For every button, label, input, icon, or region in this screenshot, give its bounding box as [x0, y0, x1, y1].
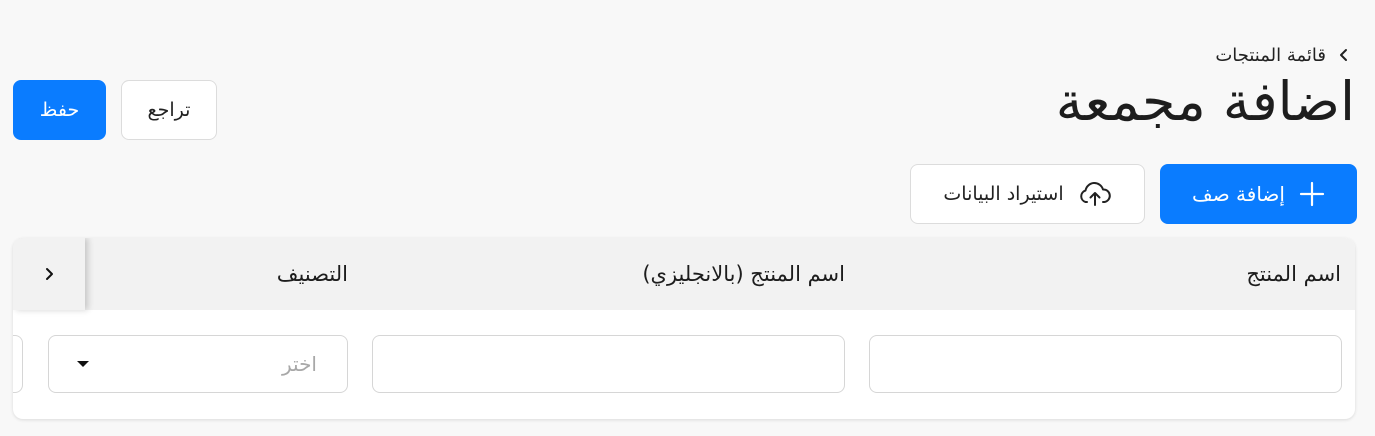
page-title: اضافة مجمعة — [1055, 70, 1355, 133]
import-data-label: استيراد البيانات — [943, 183, 1064, 205]
undo-button[interactable]: تراجع — [121, 80, 217, 140]
add-row-button[interactable]: إضافة صف — [1160, 164, 1357, 224]
product-name-input[interactable] — [869, 335, 1342, 393]
plus-icon — [1299, 181, 1325, 207]
import-data-button[interactable]: استيراد البيانات — [910, 164, 1145, 224]
column-header-product-name-en: اسم المنتج (بالانجليزي) — [642, 262, 845, 286]
cloud-upload-icon — [1078, 181, 1112, 207]
add-row-label: إضافة صف — [1192, 182, 1285, 206]
column-header-product-name: اسم المنتج — [1246, 262, 1341, 286]
chevron-right-icon — [43, 266, 55, 282]
chevron-left-icon[interactable] — [1338, 47, 1350, 63]
table-header: اسم المنتج اسم المنتج (بالانجليزي) التصن… — [13, 238, 1355, 310]
column-header-category: التصنيف — [276, 262, 348, 286]
product-name-en-input[interactable] — [372, 335, 845, 393]
next-column-input[interactable] — [13, 335, 23, 393]
category-select[interactable]: اختر — [48, 335, 348, 393]
scroll-right-button[interactable] — [13, 238, 85, 310]
caret-down-icon — [77, 361, 89, 367]
breadcrumb[interactable]: قائمة المنتجات — [1215, 40, 1350, 70]
bulk-products-table: اسم المنتج اسم المنتج (بالانجليزي) التصن… — [13, 238, 1355, 419]
save-button[interactable]: حفظ — [13, 80, 106, 140]
category-placeholder: اختر — [282, 352, 317, 376]
breadcrumb-label[interactable]: قائمة المنتجات — [1215, 45, 1326, 66]
